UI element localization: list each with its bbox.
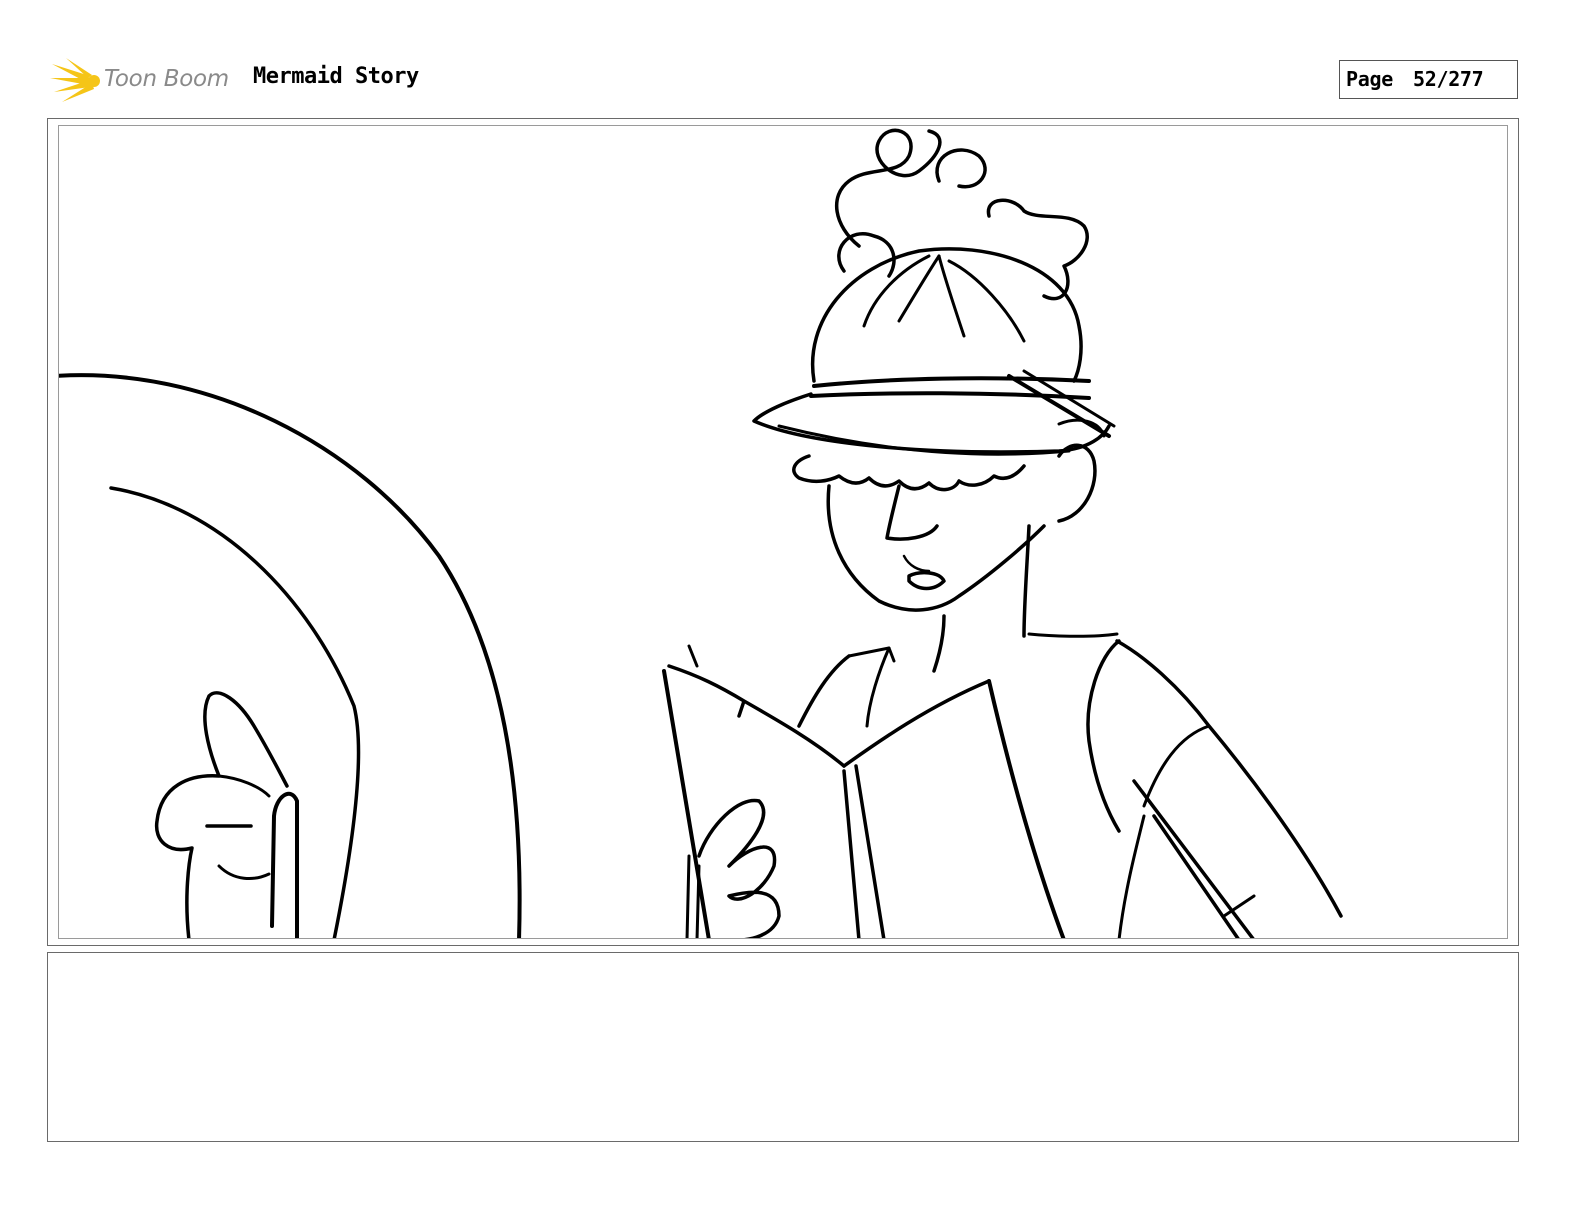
- page-indicator: Page 52/277: [1339, 60, 1518, 99]
- toon-boom-logo: Toon Boom: [50, 56, 240, 106]
- collar-right: [1027, 632, 1119, 638]
- cap-dome: [810, 247, 1083, 383]
- strap-buckle: [1057, 418, 1106, 438]
- notes-area: [47, 952, 1519, 1142]
- hand-line-2: [217, 864, 271, 880]
- hair-loop-2: [935, 148, 987, 189]
- object-handle: [270, 791, 299, 938]
- mouth: [907, 570, 946, 591]
- book-top-left: [667, 664, 846, 768]
- book-spine-1: [842, 769, 861, 938]
- cap-seam-2: [897, 254, 941, 323]
- book-corner: [687, 644, 699, 668]
- hair-loop-1: [834, 128, 942, 248]
- strap-1: [1007, 374, 1111, 438]
- page-header: Toon Boom Mermaid Story Page 52/277: [0, 0, 1584, 115]
- shirt-fold-1: [865, 646, 891, 728]
- page-number: 52/277: [1412, 67, 1484, 91]
- lip-line: [902, 554, 931, 573]
- hair-loop-3: [986, 198, 1089, 301]
- outer-arc: [59, 373, 522, 938]
- sleeve-right: [1142, 724, 1211, 808]
- hand-on-book: [697, 798, 781, 938]
- face-outline: [826, 484, 1046, 612]
- book-right-edge: [987, 679, 1066, 938]
- inner-arc: [109, 486, 361, 938]
- burst-icon: [50, 58, 100, 102]
- page-label: Page: [1346, 67, 1393, 91]
- body-right: [1117, 814, 1146, 938]
- shoulder-right: [1115, 639, 1343, 918]
- book-spine-2: [854, 764, 886, 938]
- ear: [1057, 443, 1097, 523]
- shoulder-left: [797, 654, 851, 728]
- panel-sketch: [59, 128, 1343, 938]
- project-title: Mermaid Story: [253, 64, 419, 89]
- logo-text: Toon Boom: [104, 66, 229, 92]
- hand: [154, 691, 289, 938]
- hair-loop-4: [837, 232, 896, 278]
- hand-crease: [217, 774, 271, 798]
- arm-right-line-2: [1152, 814, 1240, 938]
- nose: [885, 484, 939, 541]
- neck-left: [932, 614, 946, 673]
- arm-right-front: [1086, 639, 1121, 833]
- arm-right-line-1: [1132, 779, 1255, 938]
- storyboard-panel: [58, 125, 1508, 939]
